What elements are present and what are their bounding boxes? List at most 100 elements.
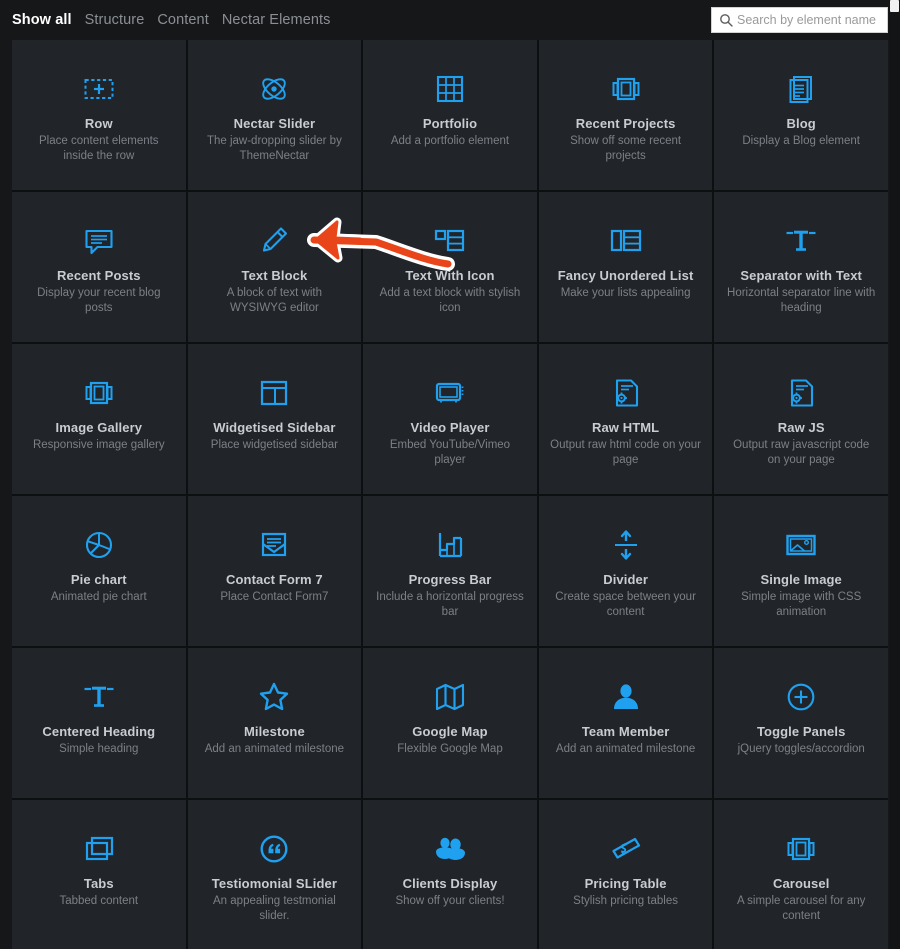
element-card-description: Add a portfolio element	[390, 135, 510, 147]
vertical-scrollbar-track[interactable]	[889, 0, 900, 949]
element-card-description: Display a Blog element	[742, 135, 860, 147]
element-card-description: Output raw html code on your page	[550, 439, 702, 466]
dashed-box-plus-icon	[82, 66, 116, 112]
element-card-contact-form-7[interactable]: Contact Form 7 Place Contact Form7	[187, 496, 362, 646]
picture-frame-icon	[784, 522, 818, 568]
t-separator-icon	[82, 674, 116, 720]
code-gear-page-icon	[784, 370, 818, 416]
element-card-video-player[interactable]: Video Player Embed YouTube/Vimeo player	[363, 344, 537, 494]
sidebar-layout-icon	[257, 370, 291, 416]
element-card-carousel[interactable]: Carousel A simple carousel for any conten…	[714, 800, 888, 949]
element-card-pricing-table[interactable]: Pricing Table Stylish pricing tables	[538, 800, 713, 949]
element-card-text-block[interactable]: Text Block A block of text with WYSIWYG e…	[187, 192, 362, 342]
element-card-description: Display your recent blog posts	[37, 287, 161, 314]
element-card-description: Show off some recent projects	[570, 135, 682, 162]
element-card-recent-posts[interactable]: Recent Posts Display your recent blog pos…	[12, 192, 186, 342]
element-card-title: Raw HTML	[591, 420, 660, 435]
element-card-testiomonial-slider[interactable]: Testiomonial SLider An appealing testmoni…	[187, 800, 362, 949]
element-card-fancy-unordered-list[interactable]: Fancy Unordered List Make your lists appe…	[538, 192, 713, 342]
element-card-title: Pie chart	[70, 572, 127, 587]
element-card-nectar-slider[interactable]: Nectar Slider The jaw-dropping slider by …	[187, 40, 362, 190]
vertical-scrollbar-thumb[interactable]	[890, 0, 899, 12]
search-icon	[718, 12, 734, 28]
element-card-row[interactable]: Row Place content elements inside the row	[12, 40, 186, 190]
element-card-title: Centered Heading	[42, 724, 156, 739]
t-separator-icon	[784, 218, 818, 264]
element-card-separator-with-text[interactable]: Separator with Text Horizontal separator …	[714, 192, 888, 342]
list-panels-icon	[609, 218, 643, 264]
element-card-description: Make your lists appealing	[560, 287, 691, 299]
tab-show-all[interactable]: Show all	[12, 0, 72, 40]
tab-structure[interactable]: Structure	[85, 0, 145, 40]
code-gear-page-icon	[609, 370, 643, 416]
element-card-title: Team Member	[581, 724, 670, 739]
element-card-title: Portfolio	[422, 116, 478, 131]
element-card-description: Output raw javascript code on your page	[733, 439, 870, 466]
element-card-widgetised-sidebar[interactable]: Widgetised Sidebar Place widgetised sideb…	[187, 344, 362, 494]
element-card-description: Add an animated milestone	[555, 743, 696, 755]
search-box[interactable]	[711, 7, 888, 33]
element-card-title: Toggle Panels	[756, 724, 846, 739]
element-card-title: Text Block	[241, 268, 308, 283]
tab-nectar-elements[interactable]: Nectar Elements	[222, 0, 331, 40]
element-card-title: Progress Bar	[408, 572, 492, 587]
element-card-toggle-panels[interactable]: Toggle Panels jQuery toggles/accordion	[714, 648, 888, 798]
grid-3x3-icon	[433, 66, 467, 112]
element-card-title: Nectar Slider	[233, 116, 316, 131]
element-card-title: Contact Form 7	[226, 572, 323, 587]
element-card-description: A block of text with WYSIWYG editor	[226, 287, 323, 314]
element-card-pie-chart[interactable]: Pie chart Animated pie chart	[12, 496, 186, 646]
element-card-single-image[interactable]: Single Image Simple image with CSS animat…	[714, 496, 888, 646]
element-card-portfolio[interactable]: Portfolio Add a portfolio element	[363, 40, 537, 190]
toolbar: Show all Structure Content Nectar Elements	[0, 0, 900, 40]
element-card-description: Simple heading	[59, 743, 139, 755]
element-card-description: Create space between your content	[555, 591, 696, 618]
element-card-clients-display[interactable]: Clients Display Show off your clients!	[363, 800, 537, 949]
element-card-milestone[interactable]: Milestone Add an animated milestone	[187, 648, 362, 798]
element-card-title: Text With Icon	[405, 268, 495, 283]
element-card-google-map[interactable]: Google Map Flexible Google Map	[363, 648, 537, 798]
element-card-title: Testiomonial SLider	[211, 876, 337, 891]
element-card-description: Show off your clients!	[395, 895, 505, 907]
element-card-description: Simple image with CSS animation	[741, 591, 862, 618]
element-card-progress-bar[interactable]: Progress Bar Include a horizontal progres…	[363, 496, 537, 646]
two-people-icon	[433, 826, 467, 872]
element-card-centered-heading[interactable]: Centered Heading Simple heading	[12, 648, 186, 798]
element-card-description: Tabbed content	[59, 895, 139, 907]
element-card-text-with-icon[interactable]: Text With Icon Add a text block with styl…	[363, 192, 537, 342]
carousel-frame-icon	[609, 66, 643, 112]
element-card-image-gallery[interactable]: Image Gallery Responsive image gallery	[12, 344, 186, 494]
carousel-frame-icon	[784, 826, 818, 872]
element-card-divider[interactable]: Divider Create space between your content	[538, 496, 713, 646]
element-card-raw-js[interactable]: Raw JS Output raw javascript code on your…	[714, 344, 888, 494]
folded-map-icon	[433, 674, 467, 720]
element-card-title: Separator with Text	[740, 268, 862, 283]
element-card-description: Stylish pricing tables	[573, 895, 678, 907]
carousel-frame-icon	[82, 370, 116, 416]
element-card-title: Divider	[603, 572, 648, 587]
circle-plus-icon	[784, 674, 818, 720]
element-card-description: Responsive image gallery	[32, 439, 165, 451]
element-card-description: Place Contact Form7	[220, 591, 329, 603]
element-card-description: An appealing testmonial slider.	[213, 895, 336, 922]
element-card-title: Milestone	[243, 724, 305, 739]
element-card-tabs[interactable]: Tabs Tabbed content	[12, 800, 186, 949]
element-card-description: Flexible Google Map	[397, 743, 503, 755]
element-card-team-member[interactable]: Team Member Add an animated milestone	[538, 648, 713, 798]
person-filled-icon	[609, 674, 643, 720]
element-card-title: Row	[84, 116, 113, 131]
atom-icon	[257, 66, 291, 112]
element-picker-panel: Show all Structure Content Nectar Elements …	[0, 0, 900, 949]
element-card-title: Carousel	[772, 876, 830, 891]
element-card-raw-html[interactable]: Raw HTML Output raw html code on your pag…	[538, 344, 713, 494]
tv-monitor-icon	[433, 370, 467, 416]
money-note-icon	[609, 826, 643, 872]
element-card-description: Place widgetised sidebar	[210, 439, 338, 451]
tab-content[interactable]: Content	[157, 0, 209, 40]
element-card-title: Pricing Table	[584, 876, 667, 891]
element-card-blog[interactable]: Blog Display a Blog element	[714, 40, 888, 190]
element-card-recent-projects[interactable]: Recent Projects Show off some recent proj…	[538, 40, 713, 190]
element-card-title: Recent Projects	[575, 116, 676, 131]
search-input[interactable]	[737, 9, 881, 31]
stacked-documents-icon	[784, 66, 818, 112]
